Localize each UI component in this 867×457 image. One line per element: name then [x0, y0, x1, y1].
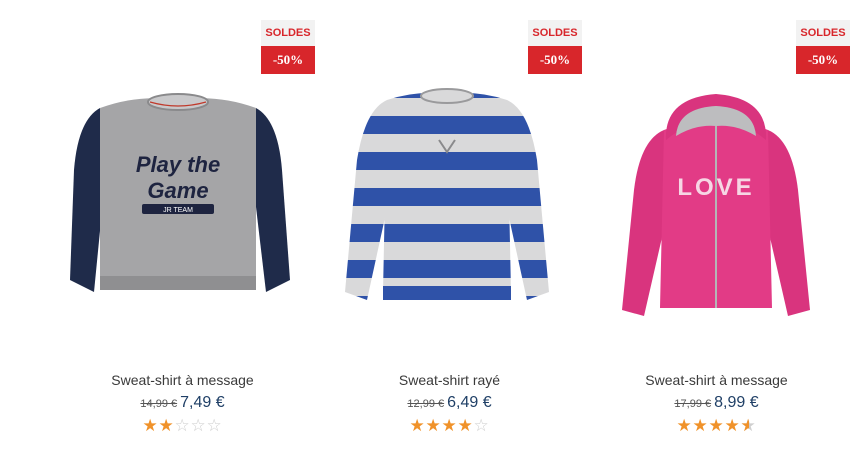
star-icon: ☆: [174, 416, 192, 435]
star-icon: ★: [409, 416, 427, 435]
print-text-2: Game: [147, 178, 208, 203]
product-card[interactable]: SOLDES -50% LOVE Sweat-shirt à message 1…: [572, 0, 861, 457]
product-name[interactable]: Sweat-shirt à message: [38, 372, 327, 388]
star-icon: ☆: [473, 416, 491, 435]
old-price: 17,99 €: [674, 398, 712, 410]
product-name[interactable]: Sweat-shirt à message: [572, 372, 861, 388]
star-icon: ★: [441, 416, 459, 435]
product-card[interactable]: SOLDES -50% Play the Game JR TEAM Sweat-…: [38, 0, 327, 457]
discount-badge: -50%: [796, 46, 850, 74]
star-half-icon: ★: [741, 416, 757, 436]
sale-badge: SOLDES -50%: [796, 20, 850, 74]
product-card[interactable]: SOLDES -50% Sweat-shirt rayé 12,99 €6,49…: [305, 0, 594, 457]
star-icon: ★: [708, 416, 726, 435]
product-image[interactable]: Play the Game JR TEAM: [38, 80, 327, 330]
star-icon: ★: [676, 416, 694, 435]
sale-badge-label: SOLDES: [796, 20, 850, 46]
star-icon: ☆: [190, 416, 208, 435]
rating-stars: ★★☆☆☆: [38, 416, 327, 436]
old-price: 12,99 €: [407, 398, 445, 410]
star-icon: ★: [724, 416, 742, 435]
price: 17,99 €8,99 €: [572, 394, 861, 412]
rating-stars: ★★★★☆: [305, 416, 594, 436]
product-name[interactable]: Sweat-shirt rayé: [305, 372, 594, 388]
star-icon: ☆: [206, 416, 224, 435]
star-icon: ★: [158, 416, 176, 435]
print-text-1: Play the: [136, 152, 220, 177]
star-icon: ★: [142, 416, 160, 435]
price: 12,99 €6,49 €: [305, 394, 594, 412]
new-price: 7,49 €: [180, 394, 225, 411]
print-text-1: LOVE: [677, 174, 754, 201]
new-price: 6,49 €: [447, 394, 492, 411]
new-price: 8,99 €: [714, 394, 759, 411]
print-text-3: JR TEAM: [163, 207, 193, 214]
star-icon: ★: [457, 416, 475, 435]
price: 14,99 €7,49 €: [38, 394, 327, 412]
product-image[interactable]: [305, 80, 594, 330]
product-image[interactable]: LOVE: [572, 80, 861, 330]
star-icon: ★: [692, 416, 710, 435]
old-price: 14,99 €: [140, 398, 178, 410]
rating-stars: ★★★★★: [572, 416, 861, 436]
star-icon: ★: [425, 416, 443, 435]
